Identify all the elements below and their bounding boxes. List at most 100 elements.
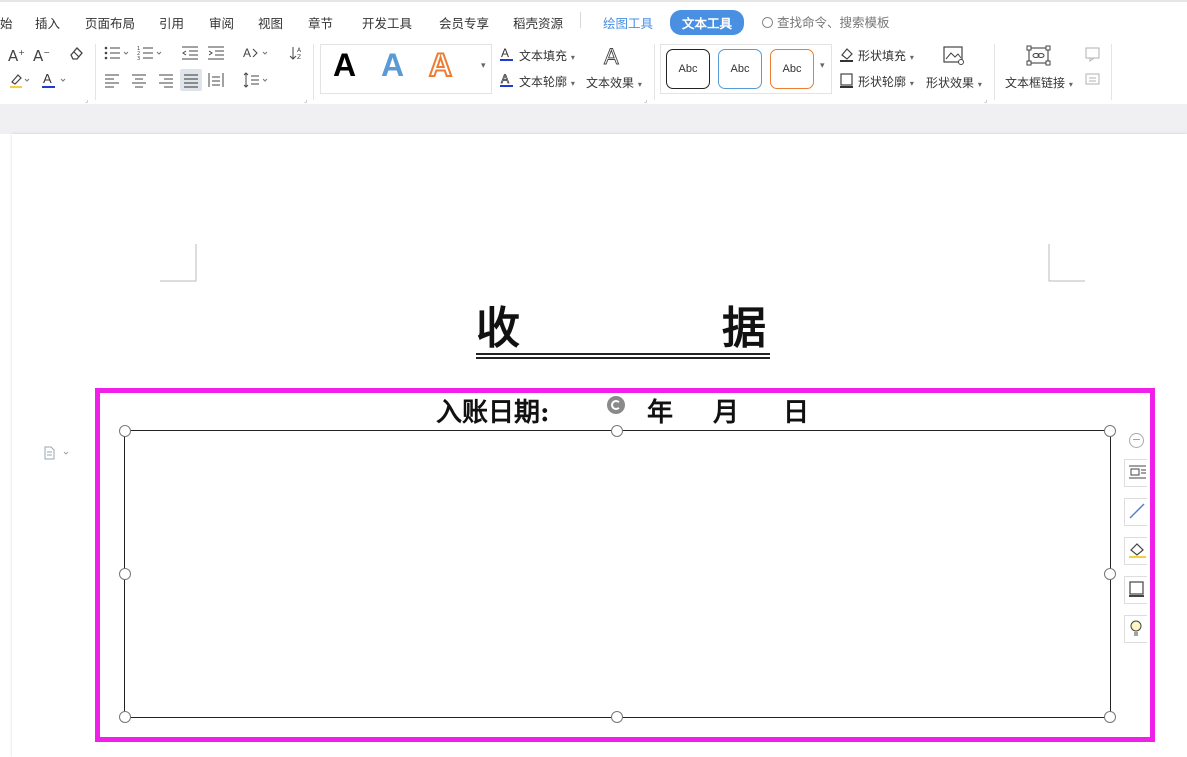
resize-handle-right[interactable]	[1104, 568, 1116, 580]
menu-developer[interactable]: 开发工具	[362, 13, 412, 32]
layout-options-icon	[1128, 463, 1146, 485]
svg-text:A: A	[501, 72, 509, 86]
shape-style-orange[interactable]: Abc	[770, 49, 814, 89]
resize-handle-bottom-left[interactable]	[119, 711, 131, 723]
group-separator	[95, 44, 96, 100]
fill-bucket-icon	[1128, 541, 1146, 563]
resize-handle-top[interactable]	[611, 425, 623, 437]
smart-tool-button[interactable]	[1124, 615, 1147, 643]
text-direction-icon[interactable]: A	[243, 45, 271, 66]
decrease-indent-icon[interactable]	[181, 45, 199, 66]
align-center-icon[interactable]	[131, 72, 147, 93]
shrink-font-icon[interactable]: A−	[33, 45, 50, 64]
title-underline	[476, 353, 770, 355]
textbox-link-icon[interactable]	[1026, 45, 1052, 72]
layout-options-button[interactable]	[1124, 459, 1147, 487]
textbox-link-label: 文本框链接	[1005, 76, 1066, 90]
shape-outline-icon[interactable]	[839, 72, 855, 93]
text-effect-icon[interactable]: A	[602, 44, 624, 73]
tab-drawing-tools[interactable]: 绘图工具	[603, 13, 653, 32]
next-textbox-icon[interactable]	[1085, 72, 1101, 93]
format-painter-button[interactable]	[1124, 498, 1147, 526]
resize-handle-left[interactable]	[119, 568, 131, 580]
highlight-icon[interactable]	[9, 71, 31, 94]
resize-handle-bottom[interactable]	[611, 711, 623, 723]
text-effect-button[interactable]: 文本效果 ▾	[586, 74, 642, 91]
prev-textbox-icon[interactable]	[1085, 46, 1101, 67]
entry-date-label: 入账日期:	[436, 398, 550, 428]
svg-text:A: A	[604, 44, 619, 68]
search-placeholder: 查找命令、搜索模板	[777, 15, 890, 30]
dropdown-icon: ▾	[570, 79, 575, 88]
shape-style-blue[interactable]: Abc	[718, 49, 762, 89]
text-fill-button[interactable]: 文本填充 ▾	[519, 47, 575, 64]
paragraph-layout-icon[interactable]	[44, 446, 70, 464]
svg-text:A: A	[501, 46, 509, 60]
shape-fill-icon[interactable]	[839, 46, 855, 67]
group-separator	[654, 44, 655, 100]
dropdown-icon: ▾	[570, 53, 575, 62]
title-char-2: 据	[722, 303, 766, 354]
wordart-gallery[interactable]: A A A ▾	[320, 44, 492, 94]
text-outline-button[interactable]: 文本轮廓 ▾	[519, 73, 575, 90]
search-box[interactable]: 查找命令、搜索模板	[762, 12, 890, 31]
bullet-list-icon[interactable]	[104, 45, 132, 66]
textbox-link-button[interactable]: 文本框链接 ▾	[1005, 74, 1073, 91]
text-outline-label: 文本轮廓	[519, 75, 568, 89]
menu-start[interactable]: 始	[0, 13, 13, 32]
justify-icon[interactable]	[180, 69, 202, 91]
resize-handle-top-left[interactable]	[119, 425, 131, 437]
title-char-1: 收	[476, 303, 520, 354]
line-spacing-icon[interactable]	[243, 72, 271, 93]
resize-handle-bottom-right[interactable]	[1104, 711, 1116, 723]
wordart-style-blue[interactable]: A	[381, 47, 404, 84]
menu-view[interactable]: 视图	[258, 13, 283, 32]
shape-effect-button[interactable]: 形状效果 ▾	[926, 74, 982, 91]
sort-icon[interactable]: AZ	[289, 45, 305, 66]
wordart-style-black[interactable]: A	[333, 47, 356, 84]
menu-insert[interactable]: 插入	[35, 13, 60, 32]
collapse-toolbar-icon[interactable]: −	[1129, 433, 1144, 448]
shape-outline-label: 形状轮廓	[858, 75, 907, 89]
increase-indent-icon[interactable]	[207, 45, 225, 66]
outline-box-icon	[1128, 580, 1146, 602]
menu-page-layout[interactable]: 页面布局	[85, 13, 135, 32]
menu-bar: 始 插入 页面布局 引用 审阅 视图 章节 开发工具 会员专享 稻壳资源 绘图工…	[0, 0, 1187, 40]
group-separator	[1111, 44, 1112, 100]
group-separator	[313, 44, 314, 100]
fill-tool-button[interactable]	[1124, 537, 1147, 565]
align-right-icon[interactable]	[158, 72, 174, 93]
text-fill-icon[interactable]: A	[500, 46, 514, 67]
numbered-list-icon[interactable]: 123	[137, 45, 165, 66]
shape-style-black[interactable]: Abc	[666, 49, 710, 89]
menu-docer[interactable]: 稻壳资源	[513, 13, 563, 32]
ribbon-toolbar	[0, 40, 1187, 104]
shape-style-gallery[interactable]: Abc Abc Abc ▾	[660, 44, 832, 94]
tab-text-tools[interactable]: 文本工具	[670, 10, 745, 35]
top-border	[0, 0, 1187, 2]
distribute-icon[interactable]	[208, 72, 224, 93]
text-box[interactable]	[124, 430, 1111, 718]
text-outline-icon[interactable]: A	[500, 72, 514, 93]
menu-review[interactable]: 审阅	[209, 13, 234, 32]
menu-references[interactable]: 引用	[159, 13, 184, 32]
gallery-more-icon[interactable]: ▾	[481, 61, 486, 71]
grow-font-icon[interactable]: A+	[8, 45, 25, 64]
gallery-more-icon[interactable]: ▾	[820, 61, 825, 71]
font-color-icon[interactable]: A	[42, 71, 68, 94]
shape-effect-icon[interactable]	[942, 45, 966, 72]
group-separator	[994, 44, 995, 100]
wordart-style-orange[interactable]: A	[428, 46, 453, 84]
outline-tool-button[interactable]	[1124, 576, 1147, 604]
search-icon	[762, 17, 773, 28]
rotate-handle-icon[interactable]	[607, 396, 625, 414]
menu-section[interactable]: 章节	[308, 13, 333, 32]
eraser-icon[interactable]	[68, 45, 84, 66]
menu-separator	[580, 12, 581, 28]
menu-member[interactable]: 会员专享	[439, 13, 489, 32]
shape-outline-button[interactable]: 形状轮廓 ▾	[858, 73, 914, 90]
resize-handle-top-right[interactable]	[1104, 425, 1116, 437]
shape-fill-button[interactable]: 形状填充 ▾	[858, 47, 914, 64]
brush-icon	[1128, 502, 1146, 524]
align-left-icon[interactable]	[104, 72, 120, 93]
